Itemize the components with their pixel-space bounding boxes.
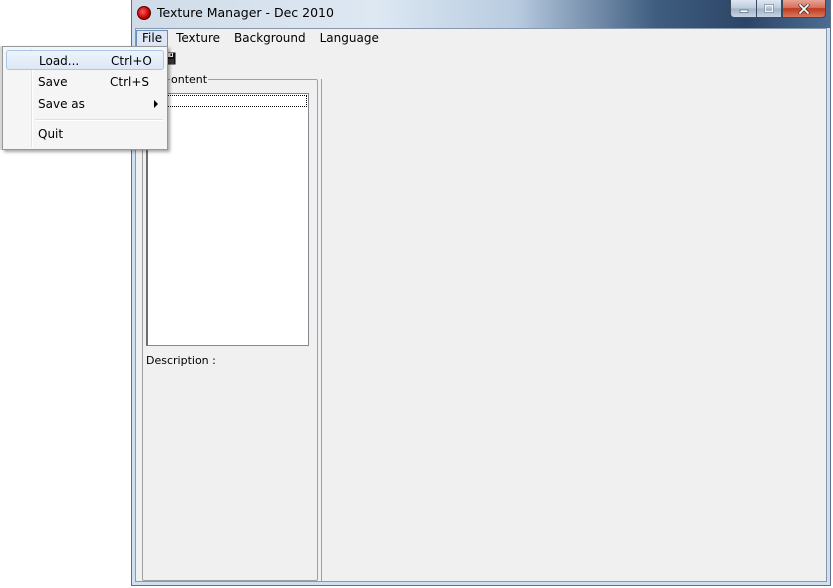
menu-item-label: Save as <box>38 97 85 111</box>
menu-texture[interactable]: Texture <box>170 30 226 47</box>
description-label: Description : <box>146 354 216 367</box>
content-group-label: ontent <box>170 73 209 86</box>
caption-buttons <box>730 0 826 19</box>
minimize-icon <box>739 9 748 13</box>
app-icon[interactable] <box>137 6 151 20</box>
main-window: Texture Manager - Dec 2010 File Texture … <box>131 0 831 586</box>
window-title: Texture Manager - Dec 2010 <box>157 5 334 20</box>
title-bar[interactable]: Texture Manager - Dec 2010 <box>132 0 830 28</box>
list-focus-rect <box>150 95 307 107</box>
menu-item-save[interactable]: Save Ctrl+S <box>6 72 164 92</box>
menu-item-load[interactable]: Load... Ctrl+O <box>6 50 164 70</box>
menu-item-shortcut: Ctrl+S <box>110 75 150 89</box>
close-button[interactable] <box>782 0 826 18</box>
preview-panel[interactable] <box>321 79 825 581</box>
submenu-arrow-icon <box>154 100 158 108</box>
minimize-button[interactable] <box>730 0 756 18</box>
menu-bar: File Texture Background Language <box>136 29 826 48</box>
menu-item-save-as[interactable]: Save as <box>6 94 164 114</box>
menu-background[interactable]: Background <box>228 30 312 47</box>
file-dropdown-menu: Load... Ctrl+O Save Ctrl+S Save as Quit <box>2 46 168 150</box>
maximize-icon <box>764 4 774 13</box>
client-area: File Texture Background Language ontent … <box>135 28 827 582</box>
menu-item-label: Load... <box>39 54 80 68</box>
menu-item-label: Quit <box>38 127 64 141</box>
menu-item-shortcut: Ctrl+O <box>111 54 152 68</box>
toolbar <box>136 49 826 71</box>
menu-item-quit[interactable]: Quit <box>6 124 164 144</box>
menu-language[interactable]: Language <box>314 30 385 47</box>
menu-file[interactable]: File <box>136 30 169 47</box>
menu-item-label: Save <box>38 75 68 89</box>
menu-separator <box>35 119 163 121</box>
content-listbox[interactable] <box>146 93 309 346</box>
maximize-button[interactable] <box>756 0 782 18</box>
close-icon <box>798 3 810 14</box>
